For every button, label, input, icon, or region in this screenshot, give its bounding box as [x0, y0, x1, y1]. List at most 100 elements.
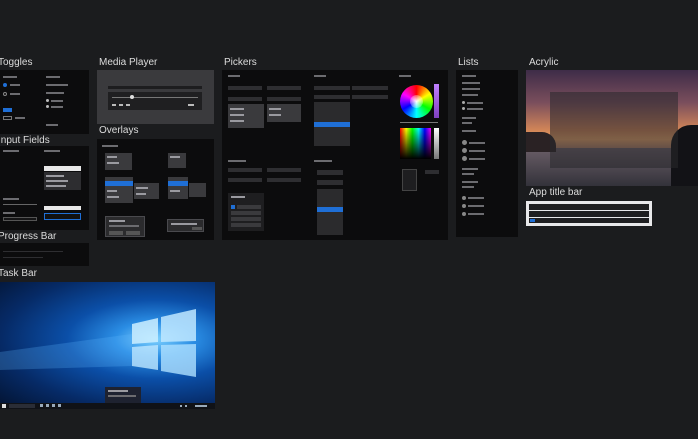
list-item[interactable]	[462, 173, 474, 175]
taskbar-app-icon[interactable]	[52, 404, 55, 407]
combo-box[interactable]	[267, 86, 301, 90]
flyout-menu[interactable]	[168, 153, 186, 168]
artboard-title-acrylic[interactable]: Acrylic	[529, 57, 558, 69]
lists-artboard[interactable]	[456, 70, 518, 237]
list-item[interactable]	[469, 142, 485, 144]
text-input[interactable]	[3, 204, 37, 205]
calendar-week-row[interactable]	[231, 217, 261, 221]
suggestion-item[interactable]	[46, 185, 66, 187]
list-item[interactable]	[462, 186, 474, 188]
list-item[interactable]	[462, 94, 478, 96]
list-item[interactable]	[462, 88, 480, 90]
calendar-week-row[interactable]	[231, 211, 261, 215]
pickers-artboard[interactable]	[222, 70, 448, 240]
artboard-title-pickers[interactable]: Pickers	[224, 57, 257, 69]
menu-item-selected[interactable]	[105, 181, 133, 186]
artboard-title-toggles[interactable]: Toggles	[0, 57, 32, 69]
input-fields-artboard[interactable]	[0, 146, 89, 230]
radio-button[interactable]	[46, 99, 49, 102]
volume-icon[interactable]	[126, 104, 130, 106]
skip-icon[interactable]	[119, 104, 123, 106]
date-picker[interactable]	[228, 178, 262, 182]
combo-option[interactable]	[269, 114, 281, 116]
media-player-artboard[interactable]	[97, 70, 214, 124]
date-picker-flyout[interactable]	[317, 189, 343, 235]
suggestion-item[interactable]	[46, 180, 68, 182]
toggles-artboard[interactable]	[0, 70, 89, 134]
artboard-title-lists[interactable]: Lists	[458, 57, 479, 69]
list-item[interactable]	[467, 102, 483, 104]
play-icon[interactable]	[112, 104, 116, 106]
list-item[interactable]	[462, 122, 472, 124]
menu-item[interactable]	[170, 156, 180, 158]
toggle-switch-off[interactable]	[3, 92, 7, 96]
list-item[interactable]	[462, 117, 476, 119]
calendar-today[interactable]	[231, 205, 235, 209]
flyout-menu[interactable]	[105, 153, 132, 170]
artboard-title-app-title-bar[interactable]: App title bar	[529, 187, 582, 199]
combo-box[interactable]	[228, 97, 262, 101]
combo-box[interactable]	[228, 86, 262, 90]
combo-box-dropdown[interactable]	[267, 104, 301, 122]
list-item[interactable]	[469, 158, 485, 160]
color-value-slider[interactable]	[434, 84, 439, 118]
taskbar-app-icon[interactable]	[40, 404, 43, 407]
color-spectrum[interactable]	[400, 128, 431, 159]
calendar-week-row[interactable]	[231, 223, 261, 227]
combo-box-dropdown[interactable]	[228, 104, 264, 128]
menu-item[interactable]	[107, 156, 117, 158]
text-input-focused[interactable]	[44, 213, 81, 220]
checkbox-checked[interactable]	[3, 108, 12, 112]
time-picker[interactable]	[314, 95, 350, 99]
tooltip-button[interactable]	[192, 227, 202, 230]
combo-option[interactable]	[230, 120, 244, 122]
tray-clock[interactable]	[195, 405, 207, 407]
dialog[interactable]	[105, 216, 145, 237]
taskbar[interactable]	[0, 403, 215, 409]
menu-item[interactable]	[107, 196, 119, 198]
time-picker[interactable]	[314, 86, 350, 90]
menu-item[interactable]	[170, 190, 180, 192]
dialog-button-primary[interactable]	[109, 231, 123, 235]
task-bar-artboard[interactable]	[0, 282, 215, 409]
list-item[interactable]	[462, 82, 480, 84]
alpha-slider[interactable]	[400, 122, 438, 123]
combo-option[interactable]	[230, 114, 244, 116]
suggestion-item[interactable]	[46, 175, 64, 177]
context-menu[interactable]	[168, 177, 188, 199]
artboard-title-media-player[interactable]: Media Player	[99, 57, 157, 69]
overlays-artboard[interactable]	[97, 139, 214, 240]
list-item[interactable]	[462, 181, 478, 183]
radio-button[interactable]	[46, 105, 49, 108]
menu-item-selected[interactable]	[168, 181, 188, 186]
calendar-week-row[interactable]	[237, 205, 261, 209]
list-item[interactable]	[468, 197, 484, 199]
menu-item[interactable]	[107, 190, 117, 192]
color-brightness-slider[interactable]	[434, 128, 439, 159]
submenu[interactable]	[189, 183, 206, 197]
taskbar-search-box[interactable]	[9, 404, 35, 408]
menu-item[interactable]	[136, 193, 146, 195]
context-menu[interactable]	[105, 177, 133, 203]
combo-option[interactable]	[269, 108, 281, 110]
taskbar-app-icon[interactable]	[46, 404, 49, 407]
taskbar-app-icon[interactable]	[58, 404, 61, 407]
menu-item[interactable]	[136, 187, 148, 189]
date-picker[interactable]	[267, 168, 301, 172]
date-picker[interactable]	[267, 178, 301, 182]
dialog-button-secondary[interactable]	[126, 231, 140, 235]
list-item[interactable]	[468, 205, 484, 207]
text-input[interactable]	[44, 206, 81, 210]
color-value-inputs[interactable]	[402, 169, 417, 191]
list-item[interactable]	[469, 150, 485, 152]
date-selection-row[interactable]	[317, 207, 343, 212]
autosuggest-dropdown[interactable]	[44, 172, 81, 190]
color-hex-input[interactable]	[425, 170, 439, 174]
start-button[interactable]	[2, 404, 6, 408]
time-picker[interactable]	[317, 180, 343, 185]
list-item[interactable]	[462, 168, 478, 170]
text-input[interactable]	[44, 166, 81, 171]
time-picker[interactable]	[317, 170, 343, 175]
time-picker-flyout[interactable]	[314, 102, 350, 146]
calendar-icon[interactable]	[228, 193, 264, 231]
